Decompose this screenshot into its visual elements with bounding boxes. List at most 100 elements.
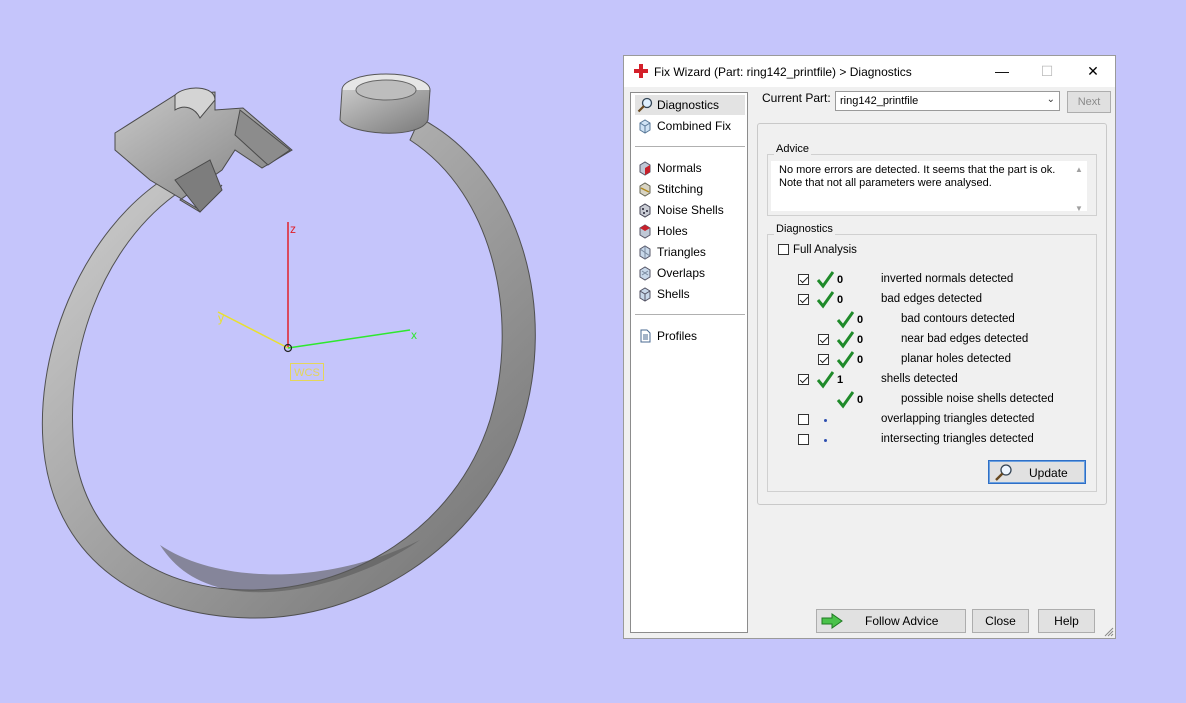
advice-scrollbar[interactable]: ▲ ▼ (1073, 163, 1085, 213)
nav-label: Profiles (657, 329, 698, 343)
nav-item-shells[interactable]: Shells (635, 284, 745, 304)
red-cross-icon (634, 64, 648, 78)
overlaps-icon (639, 266, 651, 281)
green-check-icon (816, 271, 834, 289)
nav-label: Shells (657, 287, 690, 301)
wcs-label: WCS (290, 363, 324, 381)
x-axis-line (287, 329, 411, 349)
planar-holes-checkbox[interactable] (818, 354, 829, 365)
current-part-value: ring142_printfile (840, 95, 919, 107)
diag-row-label: inverted normals detected (881, 273, 1014, 285)
nav-item-overlaps[interactable]: Overlaps (635, 263, 745, 283)
nav-label: Normals (657, 161, 702, 175)
nav-item-holes[interactable]: Holes (635, 221, 745, 241)
shells-checkbox[interactable] (798, 374, 809, 385)
inverted-normals-checkbox[interactable] (798, 274, 809, 285)
minimize-button[interactable]: — (979, 56, 1025, 87)
nav-item-combined-fix[interactable]: Combined Fix (635, 116, 745, 136)
pending-dot-icon (824, 419, 827, 422)
title-bar[interactable]: Fix Wizard (Part: ring142_printfile) > D… (624, 56, 1115, 87)
count-value: 1 (837, 374, 844, 386)
diag-row-label: planar holes detected (901, 353, 1011, 365)
advice-textbox[interactable]: No more errors are detected. It seems th… (771, 161, 1087, 213)
green-arrow-icon (821, 613, 843, 629)
3d-viewport[interactable]: z x y WCS (0, 0, 620, 703)
cube-icon (639, 119, 651, 134)
nav-item-stitching[interactable]: Stitching (635, 179, 745, 199)
diag-row-label: bad contours detected (901, 313, 1015, 325)
nav-label: Noise Shells (657, 203, 724, 217)
update-button[interactable]: Update (988, 460, 1086, 484)
count-value: 0 (857, 394, 864, 406)
diag-row-label: near bad edges detected (901, 333, 1029, 345)
full-analysis-checkbox[interactable] (778, 244, 789, 255)
noise-shells-icon (639, 203, 651, 218)
nav-item-noise-shells[interactable]: Noise Shells (635, 200, 745, 220)
near-bad-edges-checkbox[interactable] (818, 334, 829, 345)
window-title: Fix Wizard (Part: ring142_printfile) > D… (654, 65, 912, 79)
nav-item-profiles[interactable]: Profiles (635, 326, 745, 346)
normals-cube-icon (639, 161, 651, 176)
magnifier-icon (637, 97, 653, 113)
count-value: 0 (837, 294, 844, 306)
diag-row-label: overlapping triangles detected (881, 413, 1035, 425)
y-axis-label: y (218, 311, 224, 325)
nav-item-triangles[interactable]: Triangles (635, 242, 745, 262)
maximize-button[interactable]: ☐ (1024, 56, 1070, 87)
nav-label: Triangles (657, 245, 706, 259)
pending-dot-icon (824, 439, 827, 442)
green-check-icon (836, 311, 854, 329)
nav-label: Diagnostics (657, 98, 720, 112)
count-value: 0 (857, 354, 864, 366)
fix-wizard-dialog: Fix Wizard (Part: ring142_printfile) > D… (623, 55, 1116, 639)
intersecting-triangles-checkbox[interactable] (798, 434, 809, 445)
nav-label: Holes (657, 224, 688, 238)
nav-label: Combined Fix (657, 119, 732, 133)
full-analysis-label: Full Analysis (793, 244, 857, 256)
follow-advice-label: Follow Advice (865, 614, 939, 628)
close-window-button[interactable]: ✕ (1070, 56, 1116, 87)
diag-row-label: intersecting triangles detected (881, 433, 1034, 445)
advice-text: No more errors are detected. It seems th… (779, 164, 1056, 189)
stitching-icon (639, 182, 651, 197)
count-value: 0 (857, 334, 864, 346)
resize-grip-icon[interactable] (1104, 627, 1114, 637)
diag-row-label: bad edges detected (881, 293, 983, 305)
diagnostics-title: Diagnostics (774, 223, 835, 235)
bad-edges-checkbox[interactable] (798, 294, 809, 305)
magnifier-icon (995, 464, 1012, 481)
nav-item-diagnostics[interactable]: Diagnostics (635, 95, 745, 115)
z-axis-label: z (290, 222, 296, 236)
nav-label: Overlaps (657, 266, 706, 280)
current-part-select[interactable]: ring142_printfile ⌄ (835, 91, 1060, 111)
green-check-icon (836, 331, 854, 349)
triangles-icon (639, 245, 651, 260)
follow-advice-button[interactable]: Follow Advice (816, 609, 966, 633)
advice-title: Advice (774, 143, 812, 155)
diag-row-label: possible noise shells detected (901, 393, 1054, 405)
shells-icon (639, 287, 651, 302)
holes-icon (639, 224, 651, 239)
nav-label: Stitching (657, 182, 704, 196)
green-check-icon (836, 351, 854, 369)
overlapping-triangles-checkbox[interactable] (798, 414, 809, 425)
count-value: 0 (837, 274, 844, 286)
ring-model[interactable] (0, 0, 620, 703)
close-button[interactable]: Close (972, 609, 1029, 633)
nav-separator (635, 314, 745, 315)
help-button[interactable]: Help (1038, 609, 1095, 633)
next-button[interactable]: Next (1067, 91, 1111, 113)
y-axis-line (217, 311, 289, 349)
diag-row-label: shells detected (881, 373, 958, 385)
wizard-nav-panel: Diagnostics Combined Fix Normals Stitchi… (630, 92, 748, 633)
update-label: Update (1029, 466, 1068, 480)
nav-item-normals[interactable]: Normals (635, 158, 745, 178)
count-value: 0 (857, 314, 864, 326)
green-check-icon (836, 391, 854, 409)
current-part-label: Current Part: (762, 91, 831, 105)
green-check-icon (816, 371, 834, 389)
chevron-down-icon: ⌄ (1046, 94, 1055, 105)
nav-separator (635, 146, 745, 147)
green-check-icon (816, 291, 834, 309)
x-axis-label: x (411, 328, 417, 342)
